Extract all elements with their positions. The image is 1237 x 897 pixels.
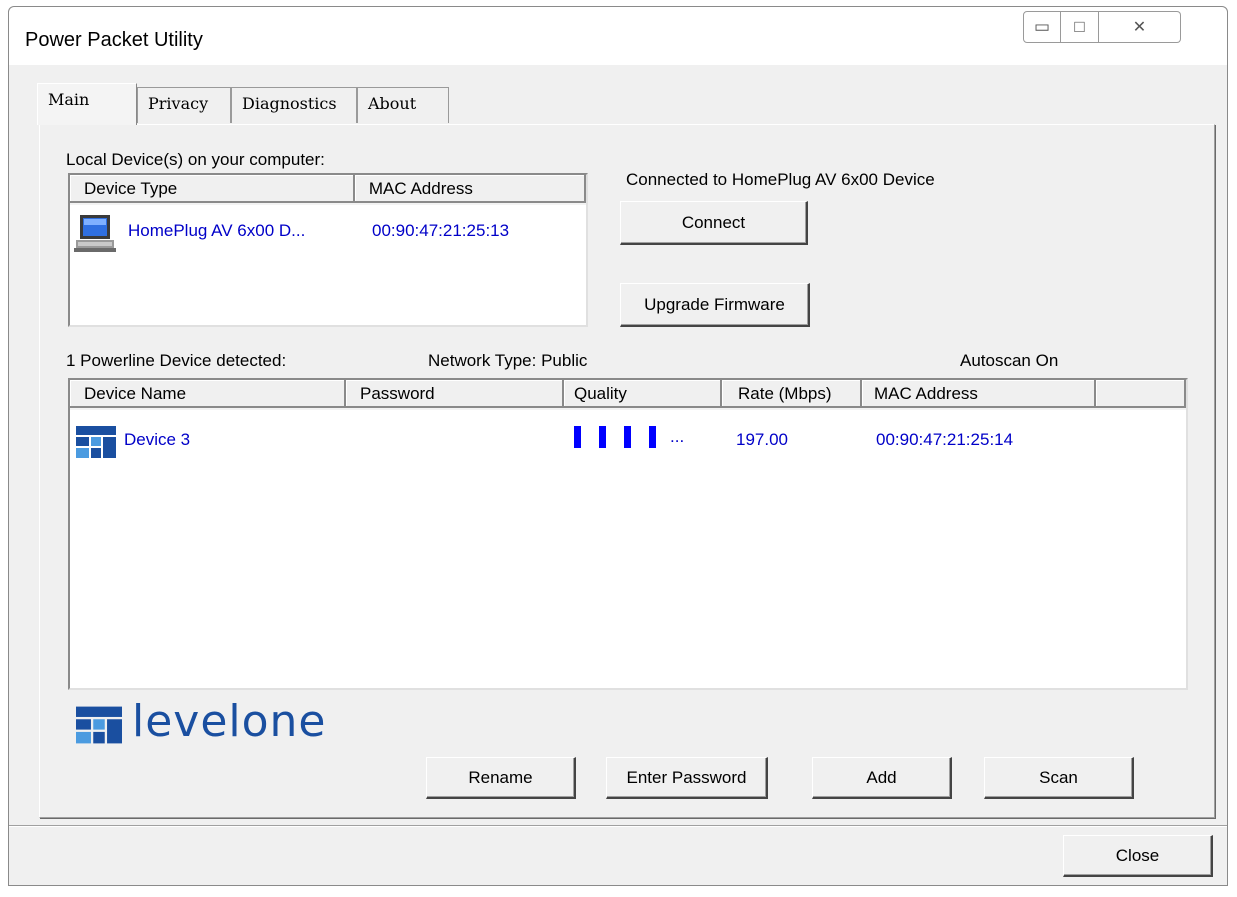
connect-label: Connect [681, 212, 746, 232]
col-password[interactable]: Password [346, 380, 564, 408]
close-label: Close [1115, 845, 1160, 865]
levelone-device-icon [76, 426, 116, 458]
powerline-devices-list[interactable]: Device Name Password Quality Rate (Mbps)… [68, 378, 1188, 690]
devices-detected-label: 1 Powerline Device detected: [66, 351, 287, 370]
computer-icon [74, 215, 116, 252]
minimize-icon: ▭ [1033, 17, 1051, 36]
tab-about-label: About [368, 94, 417, 113]
separator [9, 825, 1227, 827]
levelone-logo-mark [76, 706, 122, 744]
scan-label: Scan [1039, 767, 1078, 787]
local-devices-label: Local Device(s) on your computer: [66, 150, 325, 169]
levelone-logo-text: levelone [132, 696, 327, 747]
col-empty [1096, 380, 1186, 408]
close-icon: ✕ [1132, 19, 1147, 36]
scan-button[interactable]: Scan [984, 757, 1134, 799]
main-panel: Local Device(s) on your computer: Device… [39, 124, 1215, 818]
tab-main-label: Main [48, 90, 90, 109]
enter-password-label: Enter Password [626, 767, 747, 787]
add-button[interactable]: Add [812, 757, 952, 799]
window-controls: ▭ □ ✕ [1023, 11, 1223, 47]
upgrade-firmware-label: Upgrade Firmware [644, 294, 785, 314]
tab-diagnostics-label: Diagnostics [242, 94, 337, 113]
quality-meter: ... [574, 426, 684, 448]
quality-bar [649, 426, 656, 448]
powerline-list-header: Device Name Password Quality Rate (Mbps)… [70, 380, 1186, 410]
rename-button[interactable]: Rename [426, 757, 576, 799]
rename-label: Rename [468, 767, 533, 787]
tab-privacy[interactable]: Privacy [137, 87, 231, 123]
close-button[interactable]: Close [1063, 835, 1213, 877]
quality-bar [574, 426, 581, 448]
close-window-button[interactable]: ✕ [1099, 11, 1181, 43]
connect-button[interactable]: Connect [620, 201, 808, 245]
tab-privacy-label: Privacy [148, 94, 209, 113]
local-device-row[interactable]: HomePlug AV 6x00 D... 00:90:47:21:25:13 [70, 205, 586, 253]
local-device-type: HomePlug AV 6x00 D... [128, 221, 306, 240]
client-area: Main Privacy Diagnostics About Local Dev… [9, 65, 1227, 885]
minimize-button[interactable]: ▭ [1023, 11, 1061, 43]
quality-suffix: ... [670, 427, 685, 446]
tab-main[interactable]: Main [37, 83, 137, 125]
powerline-device-name: Device 3 [124, 430, 191, 449]
upgrade-firmware-button[interactable]: Upgrade Firmware [620, 283, 810, 327]
add-label: Add [866, 767, 897, 787]
maximize-button[interactable]: □ [1061, 11, 1099, 43]
network-type-label: Network Type: Public [428, 351, 588, 370]
col-device-type[interactable]: Device Type [70, 175, 355, 203]
tab-about[interactable]: About [357, 87, 449, 123]
title-bar: Power Packet Utility ▭ □ ✕ [9, 7, 1227, 65]
col-quality[interactable]: Quality [564, 380, 722, 408]
window-title: Power Packet Utility [25, 29, 203, 51]
quality-bar [624, 426, 631, 448]
local-list-header: Device Type MAC Address [70, 175, 586, 205]
local-devices-list[interactable]: Device Type MAC Address HomePlug AV 6x00… [68, 173, 588, 327]
powerline-device-mac: 00:90:47:21:25:14 [876, 430, 1014, 449]
app-window: Power Packet Utility ▭ □ ✕ Main Privacy … [8, 6, 1228, 886]
autoscan-label: Autoscan On [960, 351, 1059, 370]
col-mac-address[interactable]: MAC Address [354, 175, 586, 203]
connection-status: Connected to HomePlug AV 6x00 Device [626, 170, 935, 189]
col-mac[interactable]: MAC Address [862, 380, 1096, 408]
col-device-name[interactable]: Device Name [70, 380, 346, 408]
tab-diagnostics[interactable]: Diagnostics [231, 87, 357, 123]
powerline-device-row[interactable]: Device 3 ... 197.00 00:90:47:21:25:14 [70, 410, 1186, 458]
col-rate[interactable]: Rate (Mbps) [722, 380, 862, 408]
powerline-device-rate: 197.00 [736, 430, 788, 449]
quality-bar [599, 426, 606, 448]
maximize-icon: □ [1074, 17, 1085, 36]
local-device-mac: 00:90:47:21:25:13 [372, 221, 510, 240]
enter-password-button[interactable]: Enter Password [606, 757, 768, 799]
